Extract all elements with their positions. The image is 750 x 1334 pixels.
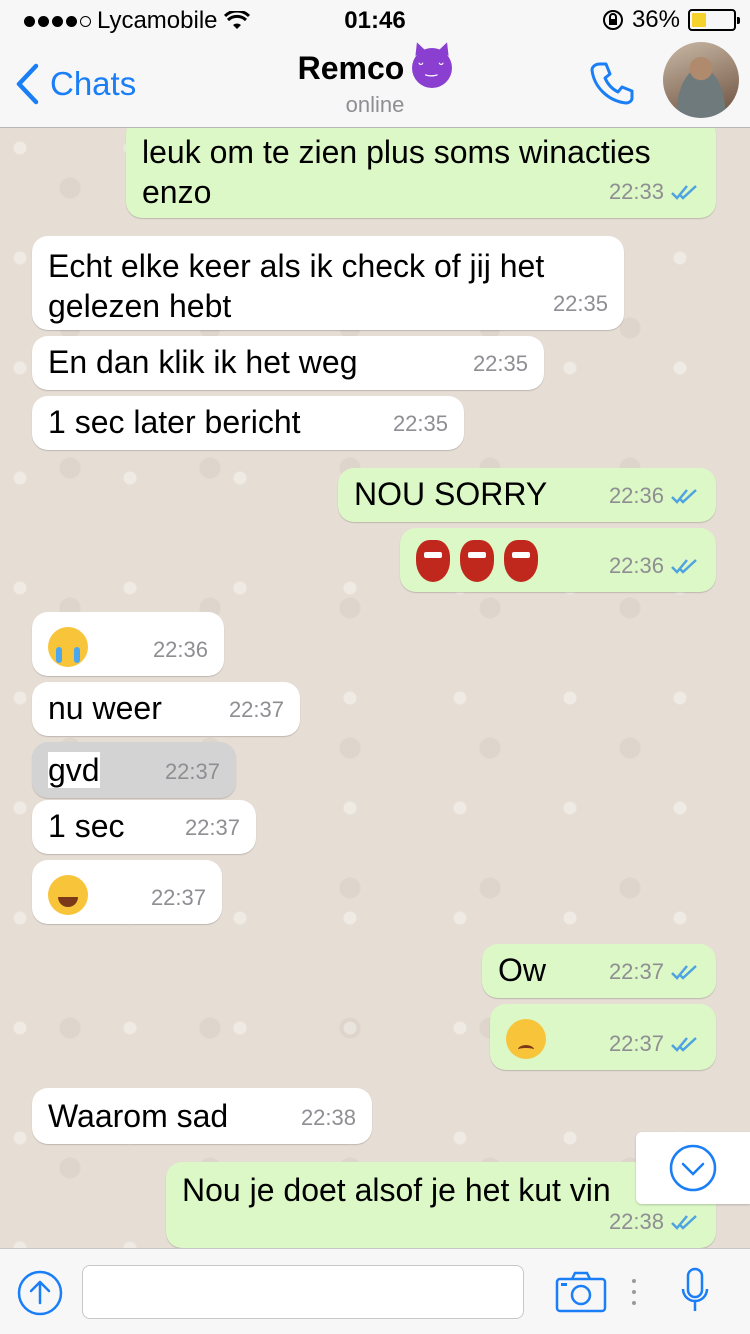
smiling-devil-icon: ˘‿˘: [412, 48, 453, 88]
message-input[interactable]: [82, 1265, 524, 1319]
message-bubble[interactable]: 22:37: [32, 860, 222, 924]
message-input-bar: [0, 1248, 750, 1334]
message-bubble-selected[interactable]: gvd 22:37: [32, 742, 236, 798]
message-time: 22:37: [184, 815, 240, 840]
message-time: 22:33: [608, 179, 664, 204]
message-text: 1 sec later bericht: [48, 404, 301, 440]
message-bubble[interactable]: Ow 22:37: [482, 944, 716, 998]
contact-info[interactable]: Remco ˘‿˘ online: [200, 48, 550, 118]
message-bubble[interactable]: 22:36: [32, 612, 224, 676]
message-text: Ow: [498, 952, 546, 988]
message-bubble[interactable]: NOU SORRY 22:36: [338, 468, 716, 522]
message-text: Nou je doet alsof je het kut vin: [182, 1172, 611, 1208]
message-bubble[interactable]: Waarom sad 22:38: [32, 1088, 372, 1144]
contact-name: Remco: [297, 49, 405, 86]
message-bubble[interactable]: Nou je doet alsof je het kut vin 22:38: [166, 1162, 716, 1248]
phone-icon: [590, 62, 634, 105]
read-ticks-icon: [671, 489, 697, 504]
message-text: nu weer: [48, 690, 162, 726]
conversation-header: Chats Remco ˘‿˘ online: [0, 40, 750, 128]
rotation-lock-icon: [602, 10, 623, 30]
divider-dots: [632, 1279, 636, 1305]
message-bubble[interactable]: 1 sec later bericht 22:35: [32, 396, 464, 450]
message-bubble[interactable]: nu weer 22:37: [32, 682, 300, 736]
contact-avatar[interactable]: [663, 42, 739, 118]
upload-arrow-icon: [17, 1270, 63, 1316]
message-time: 22:38: [608, 1209, 664, 1234]
voice-message-button[interactable]: [680, 1267, 710, 1322]
read-ticks-icon: [671, 1037, 697, 1052]
message-text: gvd: [48, 752, 100, 788]
disappointed-face-icon: [506, 1018, 546, 1059]
message-time: 22:35: [552, 291, 608, 316]
chevron-left-icon: [16, 63, 39, 105]
microphone-icon: [681, 1267, 709, 1311]
message-time: 22:37: [150, 885, 206, 910]
read-ticks-icon: [671, 1215, 697, 1230]
message-bubble[interactable]: leuk om te zien plus soms winacties enzo…: [126, 128, 716, 218]
message-time: 22:35: [472, 351, 528, 376]
goblin-icon: [460, 539, 494, 582]
battery-percent: 36%: [631, 6, 680, 33]
message-time: 22:36: [152, 637, 208, 662]
read-ticks-icon: [671, 965, 697, 980]
read-ticks-icon: [671, 559, 697, 574]
message-text-line: leuk om te zien plus soms winacties: [142, 134, 651, 170]
message-bubble[interactable]: En dan klik ik het weg 22:35: [32, 336, 544, 390]
contact-status: online: [345, 92, 405, 117]
camera-icon: [555, 1271, 607, 1313]
message-time: 22:35: [392, 411, 448, 436]
message-text-line: gelezen hebt: [48, 288, 232, 324]
message-text: Waarom sad: [48, 1098, 229, 1134]
tears-of-joy-icon: [48, 874, 88, 915]
message-text: 1 sec: [48, 808, 125, 844]
back-button[interactable]: Chats: [14, 62, 136, 106]
status-bar: Lycamobile 01:46 36%: [0, 0, 750, 40]
message-time: 22:37: [164, 759, 220, 784]
chevron-down-circle-icon: [669, 1144, 717, 1192]
message-time: 22:36: [608, 483, 664, 508]
crying-face-icon: [48, 626, 88, 667]
message-bubble[interactable]: 1 sec 22:37: [32, 800, 256, 854]
message-list[interactable]: leuk om te zien plus soms winacties enzo…: [0, 128, 750, 1248]
message-time: 22:38: [300, 1105, 356, 1130]
battery-icon: [688, 9, 740, 31]
message-text: En dan klik ik het weg: [48, 344, 358, 380]
message-bubble[interactable]: 22:37: [490, 1004, 716, 1070]
message-text: NOU SORRY: [354, 476, 548, 512]
message-time: 22:37: [228, 697, 284, 722]
scroll-to-bottom-button[interactable]: [636, 1132, 750, 1204]
message-bubble[interactable]: 22:36: [400, 528, 716, 592]
message-text-line: Echt elke keer als ik check of jij het: [48, 248, 545, 284]
message-time: 22:37: [608, 1031, 664, 1056]
attach-button[interactable]: [16, 1269, 64, 1322]
read-ticks-icon: [671, 185, 697, 200]
camera-button[interactable]: [554, 1271, 608, 1318]
goblin-icon: [416, 539, 450, 582]
message-time: 22:37: [608, 959, 664, 984]
message-bubble[interactable]: Echt elke keer als ik check of jij het g…: [32, 236, 624, 330]
message-time: 22:36: [608, 553, 664, 578]
voice-call-button[interactable]: [588, 58, 636, 111]
back-label: Chats: [50, 65, 137, 102]
goblin-icon: [504, 539, 538, 582]
